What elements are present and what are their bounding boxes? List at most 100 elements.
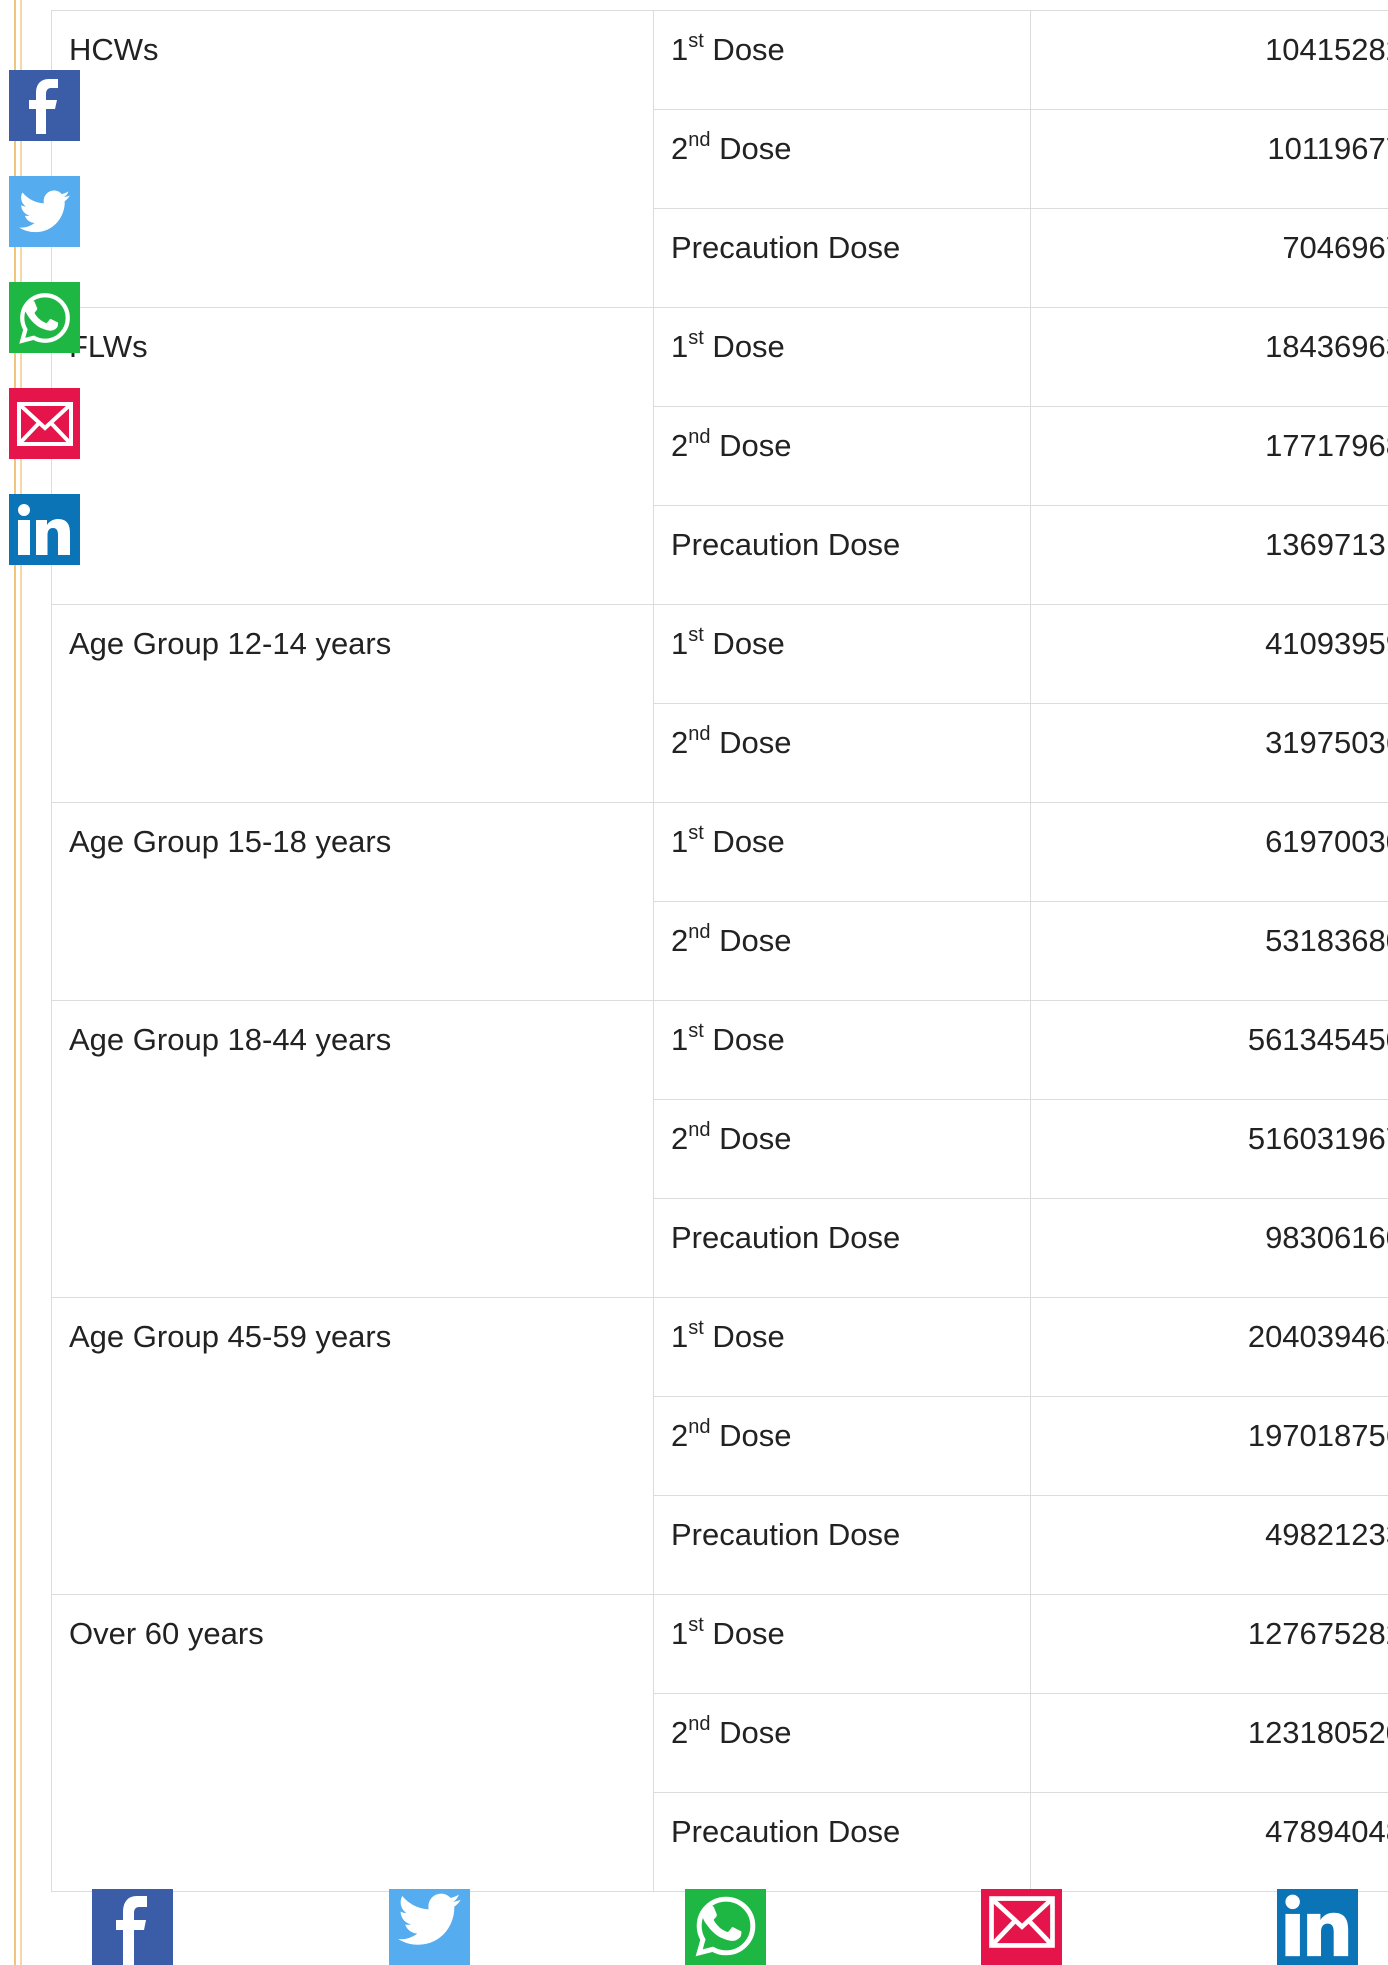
dose-cell: 1st Dose	[653, 1594, 1031, 1694]
dose-number: 2	[671, 725, 689, 760]
count-cell: 10415282	[1030, 10, 1388, 110]
dose-cell: 2nd Dose	[653, 406, 1031, 506]
group-label: Over 60 years	[69, 1616, 264, 1651]
group-label: Age Group 12-14 years	[69, 626, 392, 661]
dose-cell: 2nd Dose	[653, 109, 1031, 209]
dose-label: Dose	[710, 725, 792, 760]
dose-label: Dose	[703, 1616, 785, 1651]
dose-cell: 1st Dose	[653, 604, 1031, 704]
count-cell: 49821233	[1030, 1495, 1388, 1595]
dose-label: Dose	[710, 428, 792, 463]
share-twitter-button[interactable]	[9, 176, 80, 247]
group-label: Age Group 15-18 years	[69, 824, 392, 859]
count-cell: 204039463	[1030, 1297, 1388, 1397]
count-cell: 7046967	[1030, 208, 1388, 308]
count-value: 31975036	[1265, 725, 1388, 760]
dose-cell: Precaution Dose	[653, 1198, 1031, 1298]
group-cell: Age Group 45-59 years	[51, 1297, 654, 1595]
dose-label: Dose	[710, 1121, 792, 1156]
dose-number: 1	[671, 824, 689, 859]
count-cell: 53183680	[1030, 901, 1388, 1001]
share-email-button[interactable]	[981, 1889, 1062, 1965]
dose-ordinal: nd	[688, 920, 711, 943]
facebook-icon	[115, 1896, 147, 1965]
count-value: 49821233	[1265, 1517, 1388, 1552]
share-twitter-button[interactable]	[389, 1889, 470, 1965]
dose-label: Precaution Dose	[671, 1517, 901, 1552]
count-value: 197018756	[1247, 1418, 1388, 1453]
dose-ordinal: st	[688, 1316, 704, 1339]
count-cell: 13697131	[1030, 505, 1388, 605]
count-cell: 17717968	[1030, 406, 1388, 506]
dose-label: Precaution Dose	[671, 527, 901, 562]
share-whatsapp-button[interactable]	[9, 282, 80, 353]
dose-cell: 2nd Dose	[653, 703, 1031, 803]
count-value: 18436963	[1265, 329, 1388, 364]
dose-label: Dose	[703, 626, 785, 661]
count-cell: 10119677	[1030, 109, 1388, 209]
share-whatsapp-button[interactable]	[685, 1889, 766, 1965]
dose-label: Dose	[703, 329, 785, 364]
dose-number: 2	[671, 1418, 689, 1453]
dose-label: Dose	[710, 1715, 792, 1750]
dose-number: 1	[671, 626, 689, 661]
dose-cell: 1st Dose	[653, 10, 1031, 110]
dose-number: 1	[671, 329, 689, 364]
dose-label: Dose	[710, 923, 792, 958]
vaccination-table: HCWs 1st Dose 10415282 2nd Dose 10119677…	[51, 10, 1388, 1892]
share-facebook-button[interactable]	[92, 1889, 173, 1965]
count-value: 17717968	[1265, 428, 1388, 463]
table-row: Age Group 15-18 years 1st Dose 61970030	[51, 802, 1388, 1001]
dose-number: 1	[671, 32, 689, 67]
dose-label: Dose	[703, 32, 785, 67]
dose-number: 2	[671, 131, 689, 166]
dose-ordinal: st	[688, 821, 704, 844]
linkedin-icon	[17, 503, 70, 555]
count-value: 7046967	[1282, 230, 1388, 265]
dose-cell: 2nd Dose	[653, 1396, 1031, 1496]
dose-ordinal: st	[688, 326, 704, 349]
count-cell: 31975036	[1030, 703, 1388, 803]
dose-number: 2	[671, 1121, 689, 1156]
share-linkedin-button[interactable]	[1277, 1889, 1358, 1965]
count-cell: 516031967	[1030, 1099, 1388, 1199]
group-cell: FLWs	[51, 307, 654, 605]
count-value: 561345450	[1247, 1022, 1388, 1057]
whatsapp-icon	[18, 292, 70, 344]
count-cell: 98306160	[1030, 1198, 1388, 1298]
dose-ordinal: nd	[688, 128, 711, 151]
table-row: FLWs 1st Dose 18436963	[51, 307, 1388, 605]
whatsapp-icon	[695, 1896, 755, 1957]
group-label: Age Group 45-59 years	[69, 1319, 392, 1354]
dose-ordinal: st	[688, 1613, 704, 1636]
count-value: 13697131	[1265, 527, 1388, 562]
count-cell: 197018756	[1030, 1396, 1388, 1496]
dose-ordinal: nd	[688, 722, 711, 745]
group-cell: HCWs	[51, 10, 654, 308]
count-value: 10415282	[1265, 32, 1388, 67]
dose-ordinal: st	[688, 623, 704, 646]
share-linkedin-button[interactable]	[9, 494, 80, 565]
group-cell: Over 60 years	[51, 1594, 654, 1892]
dose-label: Precaution Dose	[671, 1220, 901, 1255]
group-label: Age Group 18-44 years	[69, 1022, 392, 1057]
email-icon	[16, 401, 73, 446]
dose-label: Precaution Dose	[671, 1814, 901, 1849]
dose-ordinal: nd	[688, 425, 711, 448]
twitter-icon	[18, 190, 70, 232]
count-cell: 41093959	[1030, 604, 1388, 704]
count-cell: 561345450	[1030, 1000, 1388, 1100]
count-cell: 61970030	[1030, 802, 1388, 902]
dose-label: Dose	[703, 824, 785, 859]
dose-ordinal: st	[688, 29, 704, 52]
group-label: FLWs	[69, 329, 148, 364]
share-facebook-button[interactable]	[9, 70, 80, 141]
count-value: 47894048	[1265, 1814, 1388, 1849]
count-cell: 127675282	[1030, 1594, 1388, 1694]
dose-cell: Precaution Dose	[653, 208, 1031, 308]
count-value: 516031967	[1247, 1121, 1388, 1156]
dose-cell: Precaution Dose	[653, 505, 1031, 605]
share-email-button[interactable]	[9, 388, 80, 459]
count-value: 123180520	[1247, 1715, 1388, 1750]
dose-cell: 1st Dose	[653, 1297, 1031, 1397]
